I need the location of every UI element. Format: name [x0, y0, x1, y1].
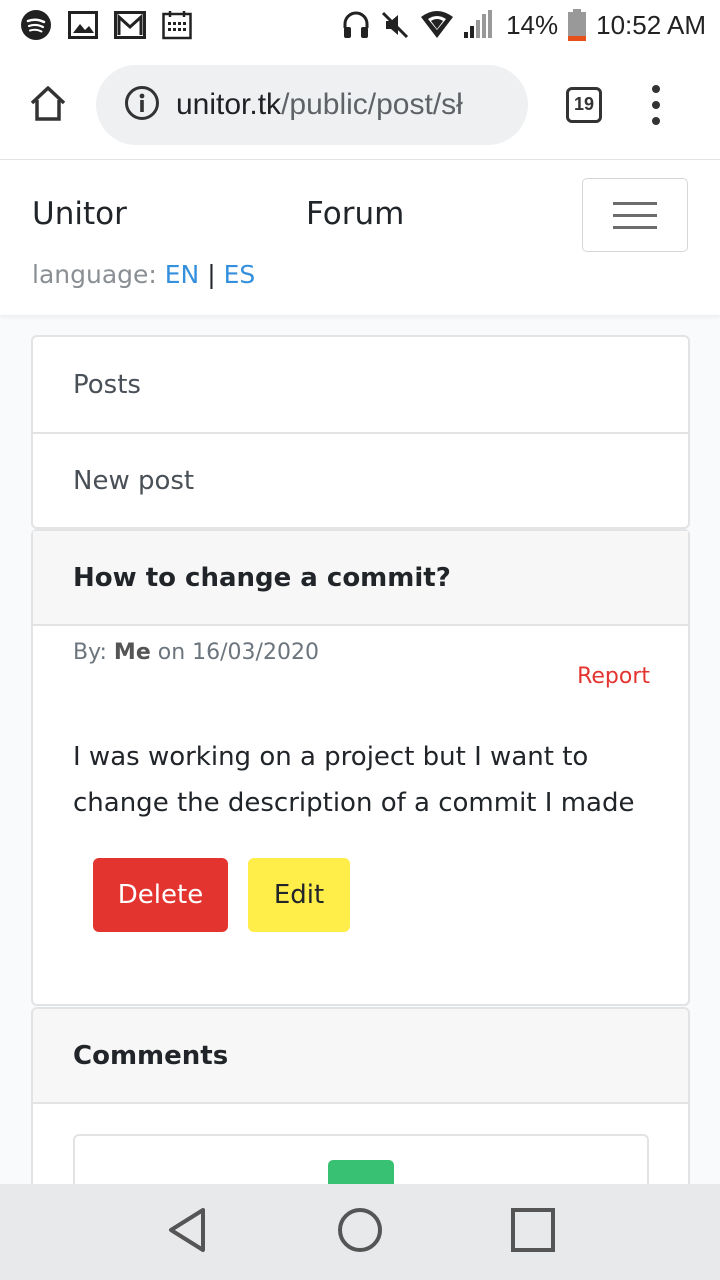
post-content: I was working on a project but I want to…	[73, 742, 635, 818]
site-navbar: Unitor Forum language: EN | ES	[0, 160, 720, 315]
menu-card: Posts New post	[31, 335, 690, 529]
post-date: 16/03/2020	[192, 640, 319, 665]
gmail-icon	[114, 11, 146, 39]
home-icon	[28, 84, 68, 126]
comments-title: Comments	[33, 1009, 688, 1104]
battery-icon	[568, 9, 587, 41]
on-label: on	[150, 640, 193, 665]
headset-icon	[342, 10, 370, 40]
by-label: By:	[73, 640, 114, 665]
status-bar: 14% 10:52 AM	[0, 0, 720, 50]
language-switcher: language: EN | ES	[32, 260, 255, 289]
edit-button[interactable]: Edit	[248, 858, 350, 932]
post-card: How to change a commit? By: Me on 16/03/…	[31, 529, 690, 1006]
back-button[interactable]	[157, 1202, 217, 1262]
wifi-icon	[420, 11, 454, 39]
spotify-icon	[20, 9, 52, 41]
browser-toolbar: unitor.tk/public/post/sł 19	[0, 50, 720, 160]
home-system-button[interactable]	[330, 1202, 390, 1262]
lang-separator: |	[199, 260, 224, 289]
report-link[interactable]: Report	[577, 664, 650, 689]
lang-en-link[interactable]: EN	[165, 260, 200, 289]
language-label: language:	[32, 260, 165, 289]
gallery-icon	[68, 11, 98, 39]
recents-square-icon	[511, 1208, 556, 1256]
calendar-icon	[162, 10, 192, 40]
brand-link[interactable]: Unitor	[32, 196, 127, 232]
clock: 10:52 AM	[596, 9, 706, 40]
delete-button[interactable]: Delete	[93, 858, 228, 932]
mute-icon	[380, 10, 410, 40]
tab-switcher-button[interactable]: 19	[566, 86, 602, 123]
hamburger-icon	[613, 201, 657, 205]
url-host: unitor.tk	[176, 87, 282, 121]
tab-count: 19	[573, 94, 595, 114]
home-circle-icon	[337, 1207, 383, 1257]
system-nav-bar	[0, 1184, 720, 1280]
browser-menu-button[interactable]	[646, 84, 666, 125]
battery-percent: 14%	[506, 9, 559, 40]
menu-item-new-post[interactable]: New post	[33, 432, 688, 527]
back-triangle-icon	[165, 1206, 209, 1258]
url-path: /public/post/sł	[281, 87, 463, 121]
signal-icon	[464, 10, 496, 40]
navbar-toggler-button[interactable]	[582, 178, 688, 252]
url-text[interactable]: unitor.tk/public/post/sł	[176, 88, 506, 122]
post-title: How to change a commit?	[33, 531, 688, 626]
address-bar[interactable]: unitor.tk/public/post/sł	[96, 64, 528, 145]
lang-es-link[interactable]: ES	[224, 260, 256, 289]
forum-link[interactable]: Forum	[306, 196, 404, 232]
post-body: By: Me on 16/03/2020 Report I was workin…	[33, 626, 688, 1004]
home-button[interactable]	[18, 75, 78, 135]
info-icon[interactable]	[124, 85, 160, 125]
post-author: Me	[113, 640, 151, 665]
post-meta: By: Me on 16/03/2020	[73, 640, 319, 665]
menu-item-posts[interactable]: Posts	[33, 337, 688, 432]
more-vert-icon	[652, 84, 660, 93]
recents-button[interactable]	[503, 1202, 563, 1262]
